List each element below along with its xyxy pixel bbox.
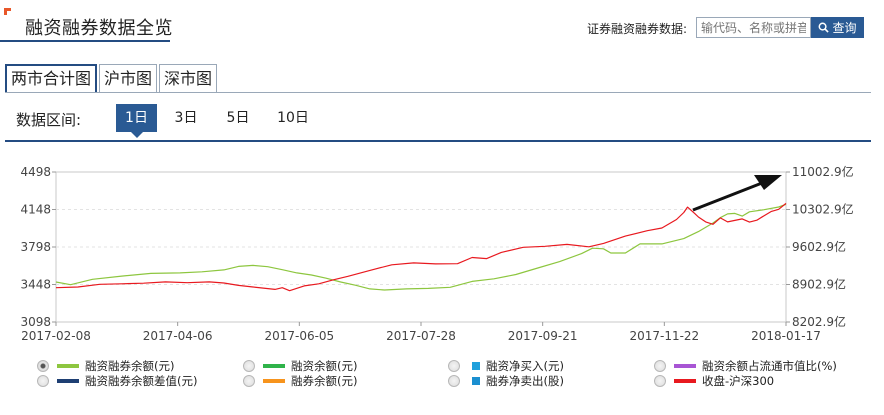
legend-swatch — [263, 364, 285, 368]
market-tabs: 两市合计图 沪市图 深市图 — [5, 64, 219, 93]
legend-label: 融券净卖出(股) — [486, 374, 564, 388]
search-button[interactable]: 查询 — [811, 17, 864, 38]
legend-item[interactable]: 融资余额(元) — [243, 358, 357, 374]
title-underline — [0, 40, 170, 42]
legend-item[interactable]: 融资净买入(元) — [448, 358, 564, 374]
search-label: 证券融资融券数据: — [587, 22, 688, 36]
legend-swatch — [674, 379, 696, 383]
range-10d-button[interactable]: 10日 — [272, 104, 314, 132]
left-tick-label: 4498 — [20, 165, 51, 179]
x-tick-label: 2018-01-17 — [751, 329, 821, 343]
legend-radio[interactable] — [37, 375, 49, 387]
left-tick-label: 3448 — [20, 278, 51, 292]
margin-trading-chart: 4498 4148 3798 3448 3098 11002.9亿 10302.9亿 960… — [20, 164, 854, 343]
tab-shanghai[interactable]: 沪市图 — [99, 64, 158, 93]
range-pointer-icon — [131, 132, 143, 138]
legend-radio[interactable] — [448, 375, 460, 387]
range-label: 数据区间: — [16, 111, 82, 129]
tabs-divider — [5, 92, 871, 93]
search-input[interactable] — [696, 17, 811, 38]
corner-mark-icon — [4, 8, 11, 15]
tab-two-markets[interactable]: 两市合计图 — [5, 64, 98, 93]
x-tick-label: 2017-02-08 — [21, 329, 91, 343]
legend-item[interactable]: 收盘-沪深300 — [654, 373, 774, 389]
left-tick-label: 4148 — [20, 203, 51, 217]
legend-radio[interactable] — [654, 375, 666, 387]
legend-radio[interactable] — [448, 360, 460, 372]
legend-radio[interactable] — [654, 360, 666, 372]
legend-label: 融资融券余额(元) — [85, 359, 175, 373]
legend-swatch — [263, 379, 285, 383]
legend-swatch — [472, 362, 480, 370]
legend-label: 融券余额(元) — [291, 374, 358, 388]
range-1d-button[interactable]: 1日 — [116, 104, 157, 132]
x-tick-label: 2017-06-05 — [264, 329, 334, 343]
legend-label: 融资净买入(元) — [486, 359, 564, 373]
x-tick-label: 2017-04-06 — [143, 329, 213, 343]
legend-radio[interactable] — [37, 360, 49, 372]
search-icon — [819, 22, 830, 33]
right-tick-label: 9602.9亿 — [792, 239, 846, 254]
legend-swatch — [472, 377, 480, 385]
legend: 融资融券余额(元) 融资余额(元) 融资净买入(元) 融资余额占流通市值比(%) 融资融… — [0, 352, 884, 412]
legend-label: 收盘-沪深300 — [702, 374, 775, 388]
x-tick-label: 2017-07-28 — [386, 329, 456, 343]
left-tick-label: 3798 — [20, 240, 51, 254]
legend-item[interactable]: 融券余额(元) — [243, 373, 357, 389]
legend-label: 融资余额(元) — [291, 359, 358, 373]
legend-item[interactable]: 融资融券余额(元) — [37, 358, 174, 374]
tab-shenzhen[interactable]: 深市图 — [159, 64, 218, 93]
range-divider — [5, 140, 871, 142]
legend-label: 融资余额占流通市值比(%) — [702, 359, 837, 373]
legend-swatch — [674, 364, 696, 368]
range-3d-button[interactable]: 3日 — [168, 104, 204, 132]
right-tick-label: 10302.9亿 — [792, 202, 854, 217]
right-tick-label: 8202.9亿 — [792, 314, 846, 329]
legend-swatch — [57, 379, 79, 383]
legend-item[interactable]: 融券净卖出(股) — [448, 373, 564, 389]
search-button-label: 查询 — [832, 21, 857, 35]
x-tick-label: 2017-09-21 — [508, 329, 578, 343]
legend-radio[interactable] — [243, 360, 255, 372]
range-5d-button[interactable]: 5日 — [220, 104, 256, 132]
right-tick-label: 11002.9亿 — [792, 164, 854, 179]
trend-arrow-icon — [692, 175, 782, 212]
legend-radio[interactable] — [243, 375, 255, 387]
legend-item[interactable]: 融资余额占流通市值比(%) — [654, 358, 837, 374]
legend-label: 融资融券余额差值(元) — [85, 374, 198, 388]
legend-item[interactable]: 融资融券余额差值(元) — [37, 373, 197, 389]
page-title: 融资融券数据全览 — [25, 18, 173, 39]
header: 融资融券数据全览 证券融资融券数据: 查询 — [0, 0, 884, 44]
right-tick-label: 8902.9亿 — [792, 277, 846, 292]
legend-swatch — [57, 364, 79, 368]
x-tick-label: 2017-11-22 — [629, 329, 699, 343]
left-tick-label: 3098 — [20, 315, 51, 329]
